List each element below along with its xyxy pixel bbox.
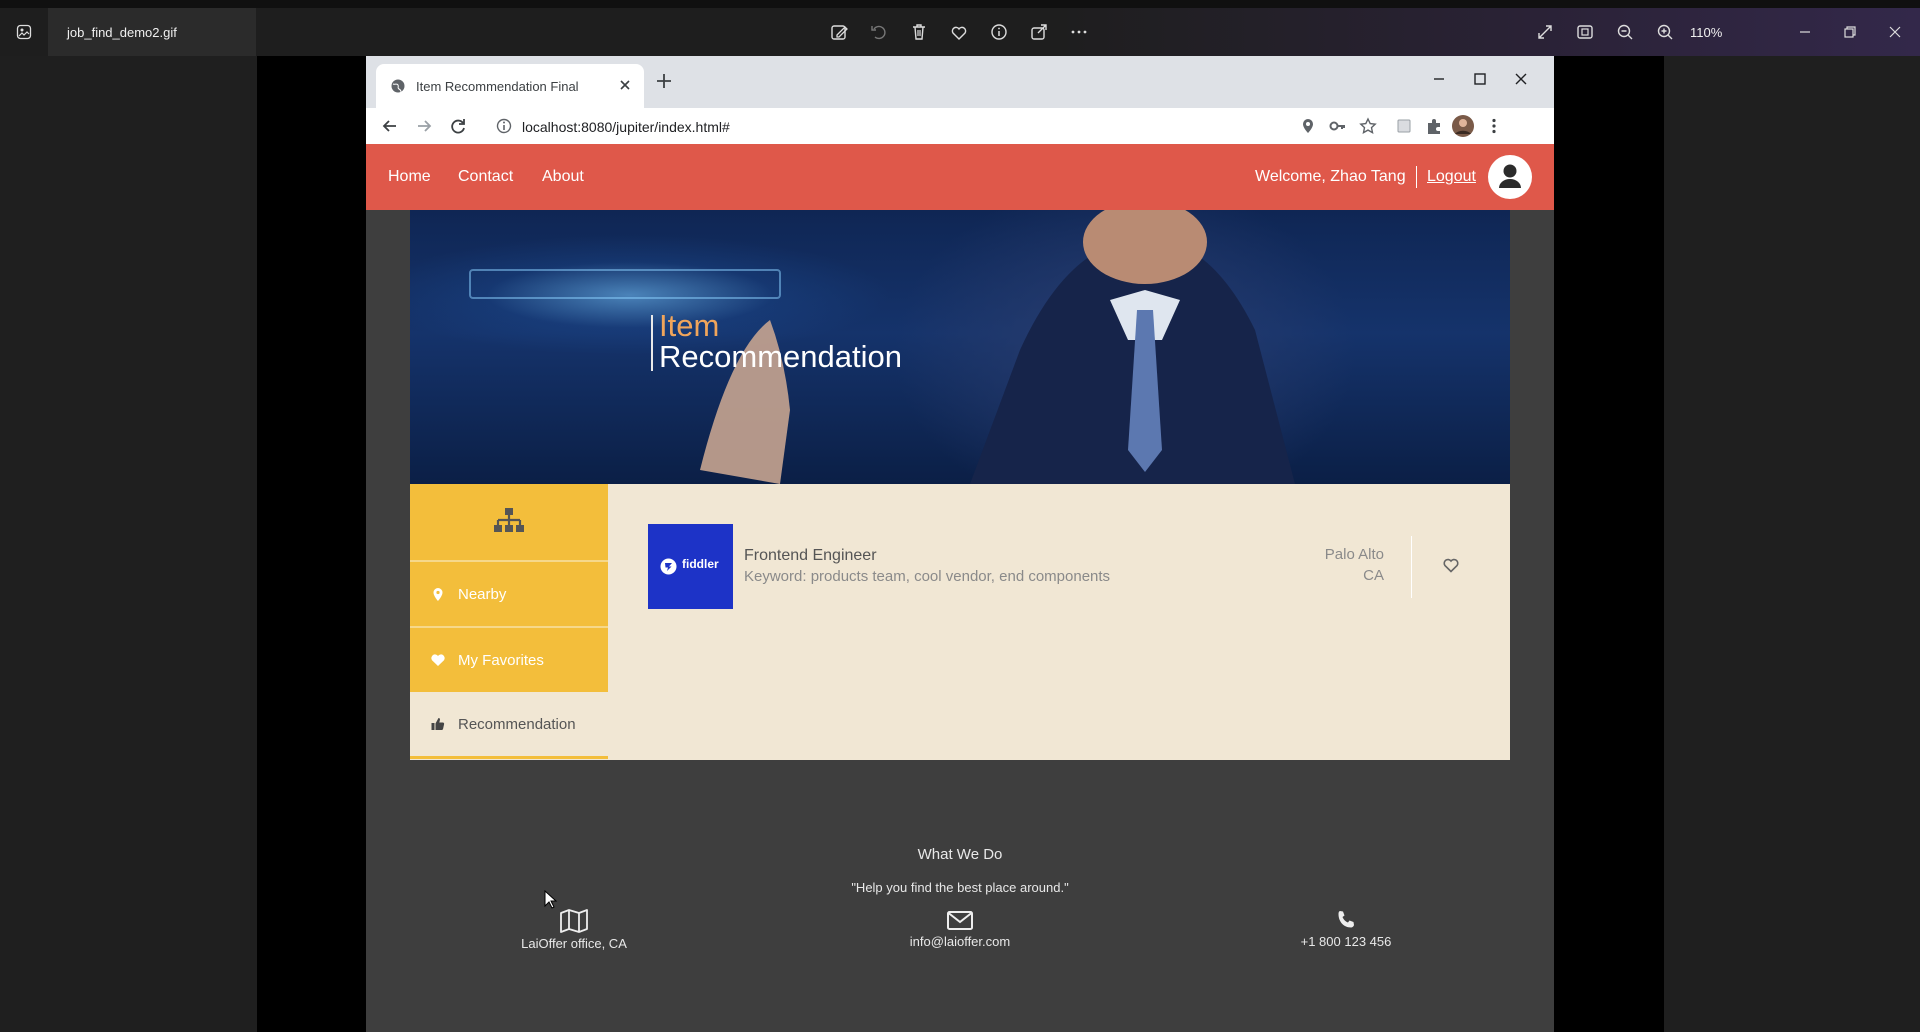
user-avatar-icon[interactable]: [1488, 155, 1532, 199]
web-page: Home Contact About Welcome, Zhao Tang Lo…: [366, 144, 1554, 1032]
address-url[interactable]: localhost:8080/jupiter/index.html#: [522, 119, 730, 135]
browser-tab[interactable]: Item Recommendation Final: [376, 64, 644, 108]
photos-app-icon: [16, 24, 32, 40]
envelope-icon: [860, 908, 1060, 932]
zoom-in-icon[interactable]: [1653, 20, 1677, 44]
hero-businessman-image: [469, 210, 1295, 484]
sidebar-item-label: Recommendation: [458, 716, 576, 733]
hero-banner: Item Recommendation: [410, 210, 1510, 484]
forward-icon[interactable]: [414, 116, 434, 136]
reload-icon[interactable]: [448, 116, 468, 136]
job-keywords: Keyword: products team, cool vendor, end…: [744, 568, 1111, 585]
browser-minimize-icon[interactable]: [1426, 66, 1452, 92]
job-title[interactable]: Frontend Engineer: [744, 547, 877, 565]
heart-icon: [430, 652, 446, 668]
welcome-text: Welcome, Zhao Tang: [1255, 168, 1406, 185]
more-options-icon[interactable]: [1067, 20, 1091, 44]
nav-contact-link[interactable]: Contact: [458, 168, 513, 186]
browser-close-icon[interactable]: [1508, 66, 1534, 92]
back-icon[interactable]: [380, 116, 400, 136]
footer-email-text[interactable]: info@laioffer.com: [860, 934, 1060, 949]
footer-phone: +1 800 123 456: [1246, 908, 1446, 949]
bookmark-star-icon[interactable]: [1358, 116, 1378, 136]
logo-text: fiddler: [682, 557, 719, 571]
nav-separator: [1416, 166, 1417, 188]
info-icon[interactable]: [987, 20, 1011, 44]
footer-phone-text: +1 800 123 456: [1300, 934, 1392, 949]
rotate-icon[interactable]: [867, 20, 891, 44]
viewer-filename: job_find_demo2.gif: [67, 25, 177, 40]
sidebar-item-label: Nearby: [458, 586, 507, 603]
fiddler-logo-icon: [660, 558, 677, 575]
browser-maximize-icon[interactable]: [1467, 66, 1493, 92]
footer-title: What We Do: [917, 846, 1003, 863]
fullscreen-icon[interactable]: [1533, 20, 1557, 44]
delete-icon[interactable]: [907, 20, 931, 44]
map-marker-icon: [430, 586, 446, 602]
footer-address-text: LaiOffer office, CA: [521, 936, 627, 951]
site-info-icon[interactable]: [494, 116, 514, 136]
window-close-icon[interactable]: [1883, 20, 1907, 44]
location-pin-icon[interactable]: [1298, 116, 1318, 136]
footer-address: LaiOffer office, CA: [474, 908, 674, 951]
profile-avatar-icon[interactable]: [1452, 115, 1474, 137]
key-icon[interactable]: [1328, 116, 1348, 136]
new-tab-icon[interactable]: [654, 71, 674, 91]
job-state: CA: [1363, 567, 1384, 584]
photo-viewer-titlebar: job_find_demo2.gif 110%: [0, 8, 1920, 56]
tab-strip: Item Recommendation Final: [366, 56, 1554, 108]
favorite-heart-icon[interactable]: [947, 20, 971, 44]
sidebar-item-label: My Favorites: [458, 652, 544, 669]
sidebar-header: [410, 484, 608, 560]
sidebar-item-favorites[interactable]: My Favorites: [410, 626, 608, 692]
favorite-toggle-heart-icon[interactable]: [1442, 556, 1460, 574]
sidebar-item-nearby[interactable]: Nearby: [410, 560, 608, 626]
zoom-level[interactable]: 110%: [1690, 25, 1722, 40]
browser-menu-icon[interactable]: [1484, 116, 1504, 136]
sitemap-icon: [493, 506, 525, 536]
globe-icon: [390, 78, 406, 94]
sidebar-item-recommendation[interactable]: Recommendation: [410, 692, 608, 759]
top-nav: Home Contact About Welcome, Zhao Tang Lo…: [366, 144, 1554, 210]
viewer-top-edge: [0, 0, 1920, 8]
phone-icon: [1246, 908, 1446, 932]
share-icon[interactable]: [1027, 20, 1051, 44]
edit-image-icon[interactable]: [827, 20, 851, 44]
browser-toolbar: localhost:8080/jupiter/index.html#: [366, 108, 1554, 145]
main-content: Nearby My Favorites Recommendation fiddl…: [410, 484, 1510, 760]
fit-to-window-icon[interactable]: [1573, 20, 1597, 44]
window-restore-icon[interactable]: [1838, 20, 1862, 44]
browser-window: Item Recommendation Final localhost:8080…: [366, 56, 1554, 1032]
tab-title: Item Recommendation Final: [416, 79, 579, 94]
zoom-out-icon[interactable]: [1613, 20, 1637, 44]
job-company-logo[interactable]: fiddler: [648, 524, 733, 609]
nav-home-link[interactable]: Home: [388, 168, 431, 186]
hero-title-line2: Recommendation: [659, 339, 902, 374]
job-city: Palo Alto: [1324, 546, 1384, 563]
extensions-puzzle-icon[interactable]: [1424, 116, 1444, 136]
map-icon: [474, 908, 674, 934]
mouse-cursor-icon: [544, 890, 558, 910]
reading-list-icon[interactable]: [1394, 116, 1414, 136]
hero-title-accent-bar: [651, 315, 653, 371]
job-divider: [1411, 536, 1412, 598]
logout-link[interactable]: Logout: [1427, 168, 1476, 186]
footer: What We Do "Help you find the best place…: [366, 760, 1554, 1032]
nav-about-link[interactable]: About: [542, 168, 584, 186]
sidebar: Nearby My Favorites Recommendation: [410, 484, 608, 760]
footer-email: info@laioffer.com: [860, 908, 1060, 949]
window-minimize-icon[interactable]: [1793, 20, 1817, 44]
tab-close-icon[interactable]: [616, 76, 634, 94]
thumbs-up-icon: [430, 716, 446, 732]
